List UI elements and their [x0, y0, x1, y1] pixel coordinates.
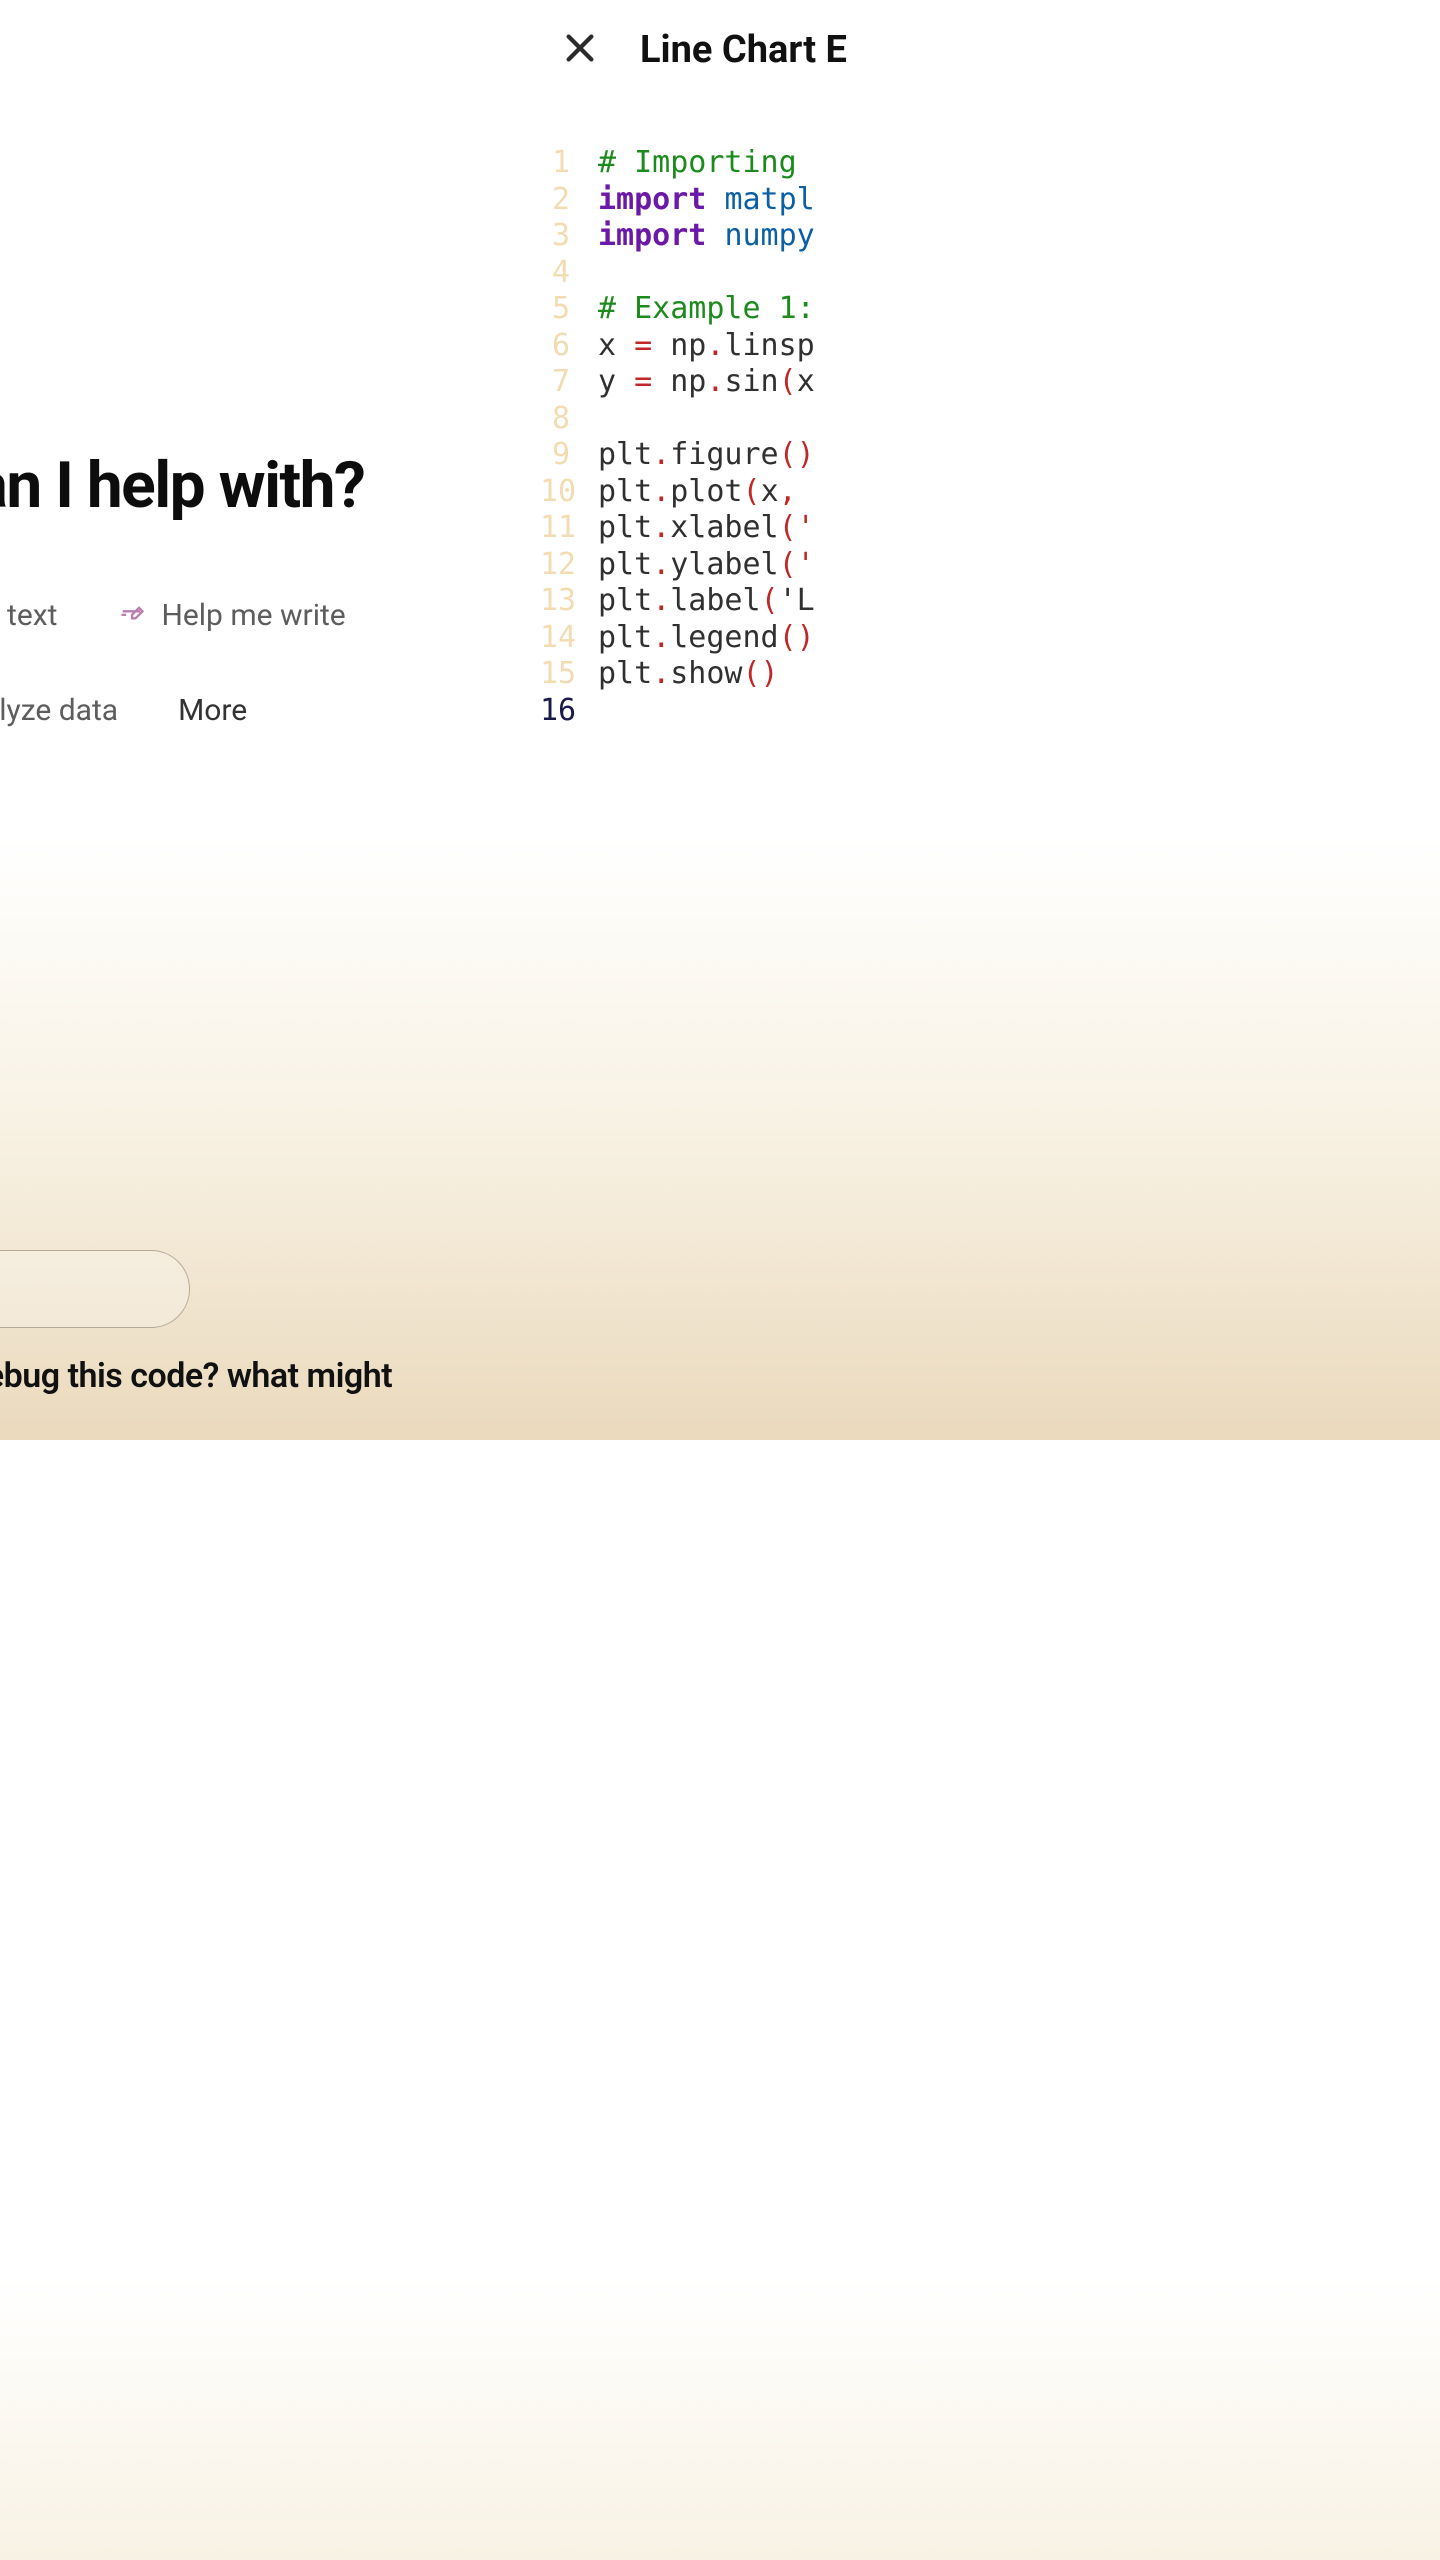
code-text: import numpy: [598, 218, 815, 255]
line-number: 6: [540, 328, 598, 365]
line-number: 9: [540, 437, 598, 474]
code-text: plt.figure(): [598, 437, 815, 474]
line-number: 14: [540, 620, 598, 657]
chip-analyze-data[interactable]: Analyze data: [0, 693, 118, 728]
panel-title: Line Chart E: [640, 28, 847, 72]
code-text: y = np.sin(x: [598, 364, 815, 401]
code-line: 16: [540, 693, 1140, 730]
line-number: 4: [540, 255, 598, 292]
code-text: plt.label('L: [598, 583, 815, 620]
chip-label: Summarize text: [0, 598, 57, 633]
code-line: 10plt.plot(x,: [540, 474, 1140, 511]
code-text: x = np.linsp: [598, 328, 815, 365]
suggestion-row-1: Summarize text Help me write: [0, 598, 510, 633]
code-text: plt.xlabel(': [598, 510, 815, 547]
chip-label: Analyze data: [0, 693, 118, 728]
line-number: 1: [540, 145, 598, 182]
line-number: 13: [540, 583, 598, 620]
suggestion-row-2: Analyze data More: [0, 693, 510, 728]
line-number: 11: [540, 510, 598, 547]
code-line: 2import matpl: [540, 182, 1140, 219]
pencil-icon: [117, 601, 147, 631]
chip-label: Help me write: [161, 598, 345, 633]
code-line: 13plt.label('L: [540, 583, 1140, 620]
code-line: 11plt.xlabel(': [540, 510, 1140, 547]
line-number: 12: [540, 547, 598, 584]
line-number: 2: [540, 182, 598, 219]
code-line: 12plt.ylabel(': [540, 547, 1140, 584]
chip-help-me-write[interactable]: Help me write: [117, 598, 345, 633]
code-line: 9plt.figure(): [540, 437, 1140, 474]
chip-more[interactable]: More: [178, 693, 247, 728]
line-number: 8: [540, 401, 598, 438]
chip-label: More: [178, 693, 247, 728]
code-line: 7y = np.sin(x: [540, 364, 1140, 401]
line-number: 16: [540, 693, 598, 730]
code-text: # Example 1:: [598, 291, 815, 328]
line-number: 5: [540, 291, 598, 328]
code-text: # Importing: [598, 145, 815, 182]
chip-summarize-text[interactable]: Summarize text: [0, 598, 57, 633]
line-number: 15: [540, 656, 598, 693]
code-text: plt.ylabel(': [598, 547, 815, 584]
code-line: 14plt.legend(): [540, 620, 1140, 657]
code-text: plt.plot(x,: [598, 474, 815, 511]
code-line: 4: [540, 255, 1140, 292]
code-line: 3import numpy: [540, 218, 1140, 255]
assistant-landing: What can I help with? Summarize text Hel…: [0, 0, 510, 1440]
line-number: 10: [540, 474, 598, 511]
close-button[interactable]: [560, 28, 600, 68]
code-line: 5# Example 1:: [540, 291, 1140, 328]
code-text: plt.legend(): [598, 620, 815, 657]
code-text: plt.show(): [598, 656, 779, 693]
message-input[interactable]: [0, 1250, 190, 1328]
line-number: 7: [540, 364, 598, 401]
code-editor[interactable]: 1# Importing 2import matpl3import numpy4…: [540, 145, 1140, 729]
line-number: 3: [540, 218, 598, 255]
code-line: 1# Importing: [540, 145, 1140, 182]
user-message-partial: Can you debug this code? what might: [0, 1356, 392, 1396]
code-line: 8: [540, 401, 1140, 438]
code-text: import matpl: [598, 182, 815, 219]
code-line: 15plt.show(): [540, 656, 1140, 693]
page-title: What can I help with?: [0, 448, 510, 523]
code-line: 6x = np.linsp: [540, 328, 1140, 365]
